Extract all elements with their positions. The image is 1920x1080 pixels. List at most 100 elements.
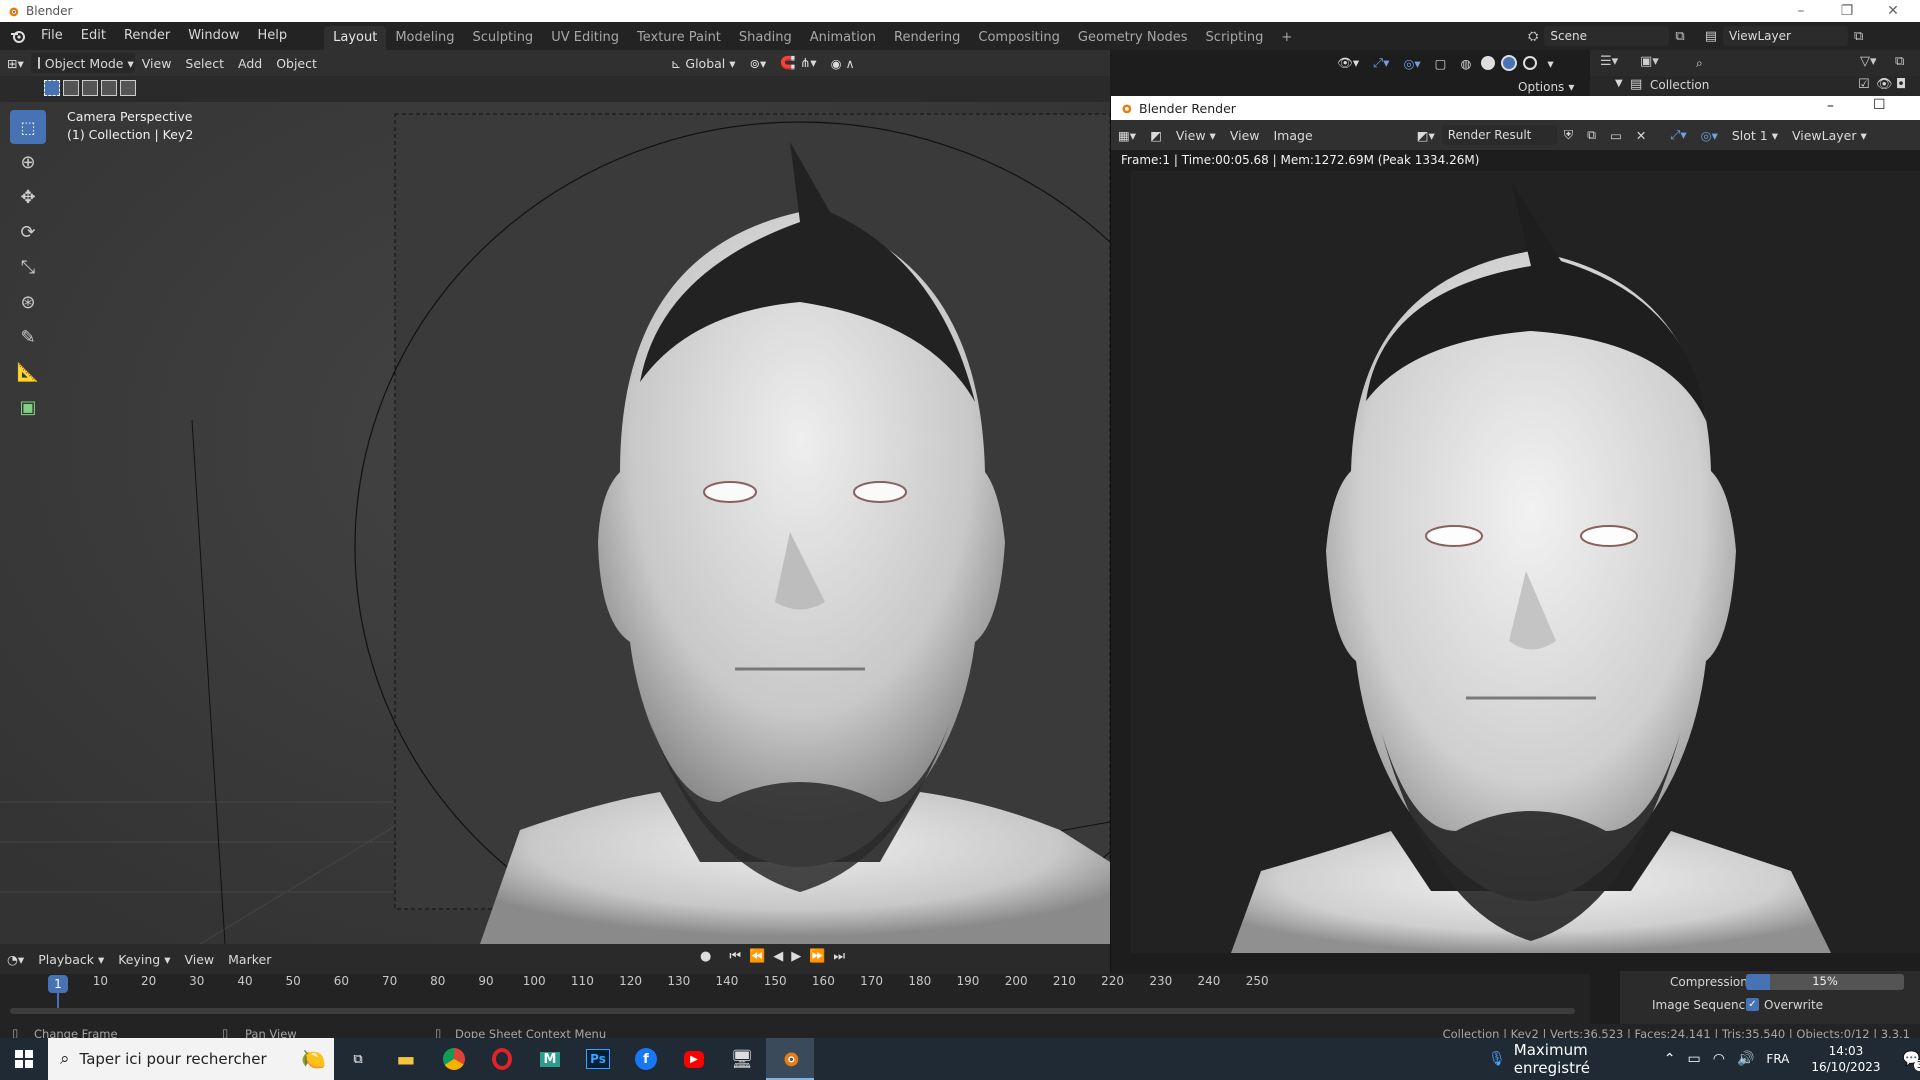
language-indicator[interactable]: FRA bbox=[1766, 1052, 1789, 1066]
view-mode-icon[interactable]: ◩ bbox=[1143, 125, 1169, 145]
viewlayer-selector[interactable]: ViewLayer bbox=[1723, 26, 1848, 46]
image-menu-view[interactable]: View bbox=[1223, 125, 1267, 145]
filter-icon[interactable]: ▽▾ bbox=[1860, 54, 1877, 69]
tab-layout[interactable]: Layout bbox=[324, 26, 387, 50]
blender-menu-icon[interactable] bbox=[10, 28, 26, 44]
pivot-icon[interactable]: ⊚▾ bbox=[743, 53, 774, 73]
image-browse-icon[interactable]: ◩▾ bbox=[1410, 125, 1442, 145]
current-frame-indicator[interactable]: 1 bbox=[48, 975, 68, 993]
new-viewlayer-icon[interactable]: ⧉ bbox=[1854, 29, 1863, 44]
rotate-tool[interactable]: ⟳ bbox=[10, 215, 46, 249]
unlink-image-icon[interactable]: ✕ bbox=[1629, 125, 1653, 145]
slot-selector[interactable]: Slot 1 ▾ bbox=[1725, 125, 1785, 145]
opera-button[interactable] bbox=[478, 1038, 526, 1080]
minimize-button[interactable]: – bbox=[1778, 0, 1824, 22]
options-dropdown[interactable]: Options ▾ bbox=[1518, 80, 1574, 94]
open-image-icon[interactable]: ▭ bbox=[1603, 125, 1629, 145]
transform-orientation[interactable]: ⊾ Global ▾ bbox=[664, 53, 743, 73]
menu-add[interactable]: Add bbox=[231, 53, 269, 73]
mode-selector[interactable]: Object Mode ▾ bbox=[30, 53, 135, 73]
new-image-icon[interactable]: ⧉ bbox=[1580, 125, 1603, 145]
render-maximize-button[interactable]: ☐ bbox=[1873, 97, 1886, 113]
tab-shading[interactable]: Shading bbox=[730, 26, 801, 50]
image-menu-view-dropdown[interactable]: View ▾ bbox=[1169, 125, 1223, 145]
overlay-toggle-icon[interactable]: ◎▾ bbox=[1694, 125, 1725, 145]
chrome-button[interactable] bbox=[430, 1038, 478, 1080]
keying-menu[interactable]: Keying ▾ bbox=[111, 949, 177, 969]
prev-keyframe-icon[interactable]: ⏪ bbox=[749, 949, 765, 964]
select-box-tool[interactable]: ⬚ bbox=[10, 110, 46, 144]
3d-viewport[interactable] bbox=[0, 102, 1110, 944]
render-viewlayer-selector[interactable]: ViewLayer ▾ bbox=[1785, 125, 1874, 145]
tab-rendering[interactable]: Rendering bbox=[885, 26, 969, 50]
select-new-icon[interactable] bbox=[44, 80, 60, 96]
new-collection-icon[interactable]: ⧉ bbox=[1895, 54, 1904, 69]
volume-icon[interactable]: 🔊 bbox=[1737, 1051, 1754, 1067]
menu-view[interactable]: View bbox=[135, 53, 179, 73]
image-editor-type-icon[interactable]: ▦▾ bbox=[1111, 125, 1143, 145]
expand-icon[interactable]: ▼ bbox=[1615, 78, 1623, 89]
playback-menu[interactable]: Playback ▾ bbox=[31, 949, 111, 969]
malwarebytes-button[interactable]: M bbox=[526, 1038, 574, 1080]
render-result-field[interactable]: Render Result bbox=[1441, 125, 1557, 145]
tab-texture-paint[interactable]: Texture Paint bbox=[628, 26, 730, 50]
scale-tool[interactable]: ⤡ bbox=[10, 250, 46, 284]
render-result-image[interactable] bbox=[1131, 171, 1920, 953]
snap-icon[interactable]: 🧲 ⋔▾ bbox=[773, 53, 823, 73]
xray-icon[interactable]: ▢ bbox=[1428, 53, 1454, 73]
next-keyframe-icon[interactable]: ⏩ bbox=[809, 949, 825, 964]
gizmo-icon[interactable]: ⤢▾ bbox=[1366, 53, 1396, 73]
shading-wireframe-icon[interactable]: ◍ bbox=[1453, 53, 1478, 73]
select-invert-icon[interactable] bbox=[101, 80, 117, 96]
annotate-tool[interactable]: ✎ bbox=[10, 320, 46, 354]
fake-user-icon[interactable]: ⛨ bbox=[1557, 125, 1580, 145]
play-reverse-icon[interactable]: ◀ bbox=[773, 949, 783, 964]
visibility-icon[interactable]: 👁▾ bbox=[1330, 53, 1366, 73]
checkbox-icon[interactable]: ☑ bbox=[1858, 77, 1870, 92]
tab-geometry-nodes[interactable]: Geometry Nodes bbox=[1069, 26, 1197, 50]
menu-render[interactable]: Render bbox=[115, 22, 179, 50]
measure-tool[interactable]: 📐 bbox=[10, 355, 46, 389]
shading-options-icon[interactable]: ▾ bbox=[1540, 53, 1560, 73]
eye-icon[interactable]: 👁 bbox=[1876, 77, 1893, 92]
new-scene-icon[interactable]: ⧉ bbox=[1675, 29, 1684, 44]
select-extend-icon[interactable] bbox=[63, 80, 79, 96]
menu-window[interactable]: Window bbox=[179, 22, 248, 50]
chevron-up-icon[interactable]: ⌃ bbox=[1664, 1051, 1676, 1067]
taskbar-search[interactable]: ⌕ Taper ici pour rechercher 🍋 bbox=[48, 1038, 334, 1080]
shading-rendered-icon[interactable] bbox=[1523, 56, 1538, 70]
cursor-tool[interactable]: ⊕ bbox=[10, 145, 46, 179]
file-explorer-button[interactable]: ▬ bbox=[382, 1038, 430, 1080]
wifi-icon[interactable]: ◠ bbox=[1713, 1051, 1725, 1067]
network-app-button[interactable]: 🖥 bbox=[718, 1038, 766, 1080]
overwrite-checkbox[interactable]: ✓ bbox=[1746, 998, 1759, 1011]
render-minimize-button[interactable]: – bbox=[1827, 98, 1834, 114]
scene-selector[interactable]: Scene bbox=[1544, 26, 1670, 46]
play-icon[interactable]: ▶ bbox=[791, 949, 801, 964]
tab-modeling[interactable]: Modeling bbox=[386, 26, 463, 50]
youtube-button[interactable]: ▶ bbox=[670, 1038, 718, 1080]
overlay-icon[interactable]: ◎▾ bbox=[1396, 53, 1427, 73]
facebook-button[interactable]: f bbox=[622, 1038, 670, 1080]
menu-file[interactable]: File bbox=[32, 22, 72, 50]
outliner-row[interactable]: ▼ ▤ Collection ☑ 👁 ◘ bbox=[1590, 76, 1920, 96]
image-menu-image[interactable]: Image bbox=[1267, 125, 1320, 145]
move-tool[interactable]: ✥ bbox=[10, 180, 46, 214]
timeline-ruler[interactable]: 10 20 30 40 50 60 70 80 90 100 110 120 130 140 150 160 1… bbox=[0, 974, 1590, 994]
outliner-search-input[interactable]: ⌕ bbox=[1690, 53, 1810, 73]
start-button[interactable] bbox=[0, 1038, 48, 1080]
tab-animation[interactable]: Animation bbox=[801, 26, 885, 50]
tab-compositing[interactable]: Compositing bbox=[969, 26, 1069, 50]
blender-taskbar-button[interactable] bbox=[766, 1038, 814, 1080]
clock[interactable]: 14:03 16/10/2023 bbox=[1811, 1043, 1880, 1075]
add-workspace-button[interactable]: + bbox=[1272, 26, 1301, 50]
compression-slider[interactable]: 15% bbox=[1746, 974, 1904, 990]
menu-help[interactable]: Help bbox=[249, 22, 297, 50]
record-icon[interactable]: ● bbox=[700, 949, 711, 964]
task-view-button[interactable]: ⧉ bbox=[334, 1038, 382, 1080]
tab-sculpting[interactable]: Sculpting bbox=[463, 26, 542, 50]
menu-edit[interactable]: Edit bbox=[72, 22, 115, 50]
select-subtract-icon[interactable] bbox=[82, 80, 98, 96]
notifications-icon[interactable]: 💬 3 bbox=[1903, 1051, 1920, 1071]
proportional-edit-icon[interactable]: ◉ ∧ bbox=[824, 53, 862, 73]
